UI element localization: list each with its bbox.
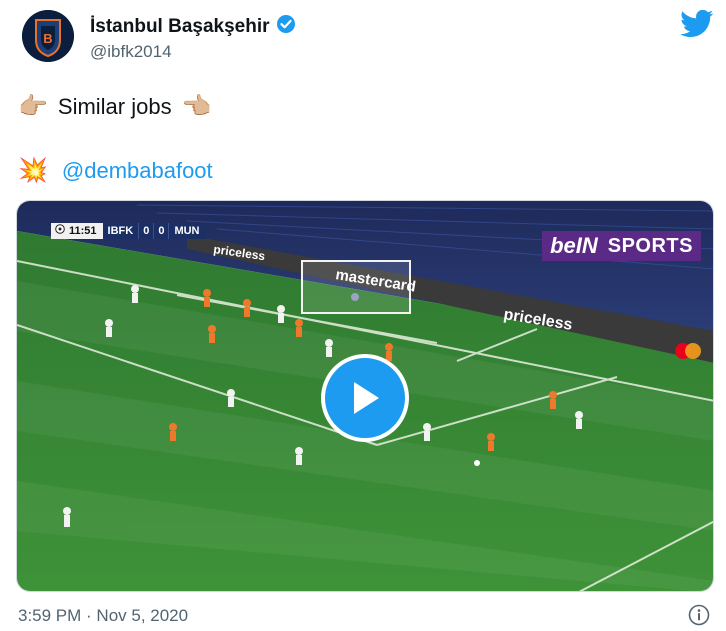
video-player[interactable]: priceless mastercard priceless 11:51 IBF… — [16, 200, 714, 592]
author-name-row[interactable]: İstanbul Başakşehir — [90, 14, 296, 39]
ball-icon — [55, 223, 65, 239]
home-score: 0 — [138, 223, 154, 239]
tweet-timestamp[interactable]: 3:59 PM · Nov 5, 2020 — [18, 606, 188, 626]
twitter-bird-icon[interactable] — [680, 9, 714, 38]
play-icon — [354, 382, 379, 414]
scorebug: 11:51 IBFK 0 0 MUN — [51, 223, 205, 239]
author-display-name[interactable]: İstanbul Başakşehir — [90, 16, 270, 38]
verified-badge-icon — [276, 14, 296, 39]
tweet-text: Similar jobs — [57, 93, 172, 119]
broadcaster-logo: beIN SPORTS — [542, 231, 701, 261]
info-icon[interactable] — [688, 604, 710, 626]
tweet-text-line-1: 👉🏼 Similar jobs 👈🏼 — [18, 92, 211, 121]
home-team-code: IBFK — [102, 223, 139, 239]
pointing-right-emoji: 👉🏼 — [18, 93, 48, 120]
play-button[interactable] — [321, 354, 409, 442]
author-handle[interactable]: @ibfk2014 — [90, 42, 172, 62]
collision-emoji: 💥 — [18, 157, 48, 184]
club-crest-icon: B — [22, 10, 74, 62]
bein-sports-text: SPORTS — [605, 231, 701, 261]
pointing-left-emoji: 👈🏼 — [181, 93, 212, 120]
match-time: 11:51 — [69, 225, 97, 237]
match-clock: 11:51 — [51, 223, 103, 239]
away-team-code: MUN — [168, 223, 205, 239]
mention-link[interactable]: @dembabafoot — [62, 158, 213, 184]
avatar[interactable]: B — [22, 10, 74, 62]
away-score: 0 — [153, 223, 169, 239]
mastercard-logo-icon — [675, 343, 701, 359]
svg-text:B: B — [43, 31, 52, 46]
bein-logo-text: beIN — [542, 231, 606, 261]
tweet-text-line-2: 💥 @dembabafoot — [18, 156, 213, 185]
